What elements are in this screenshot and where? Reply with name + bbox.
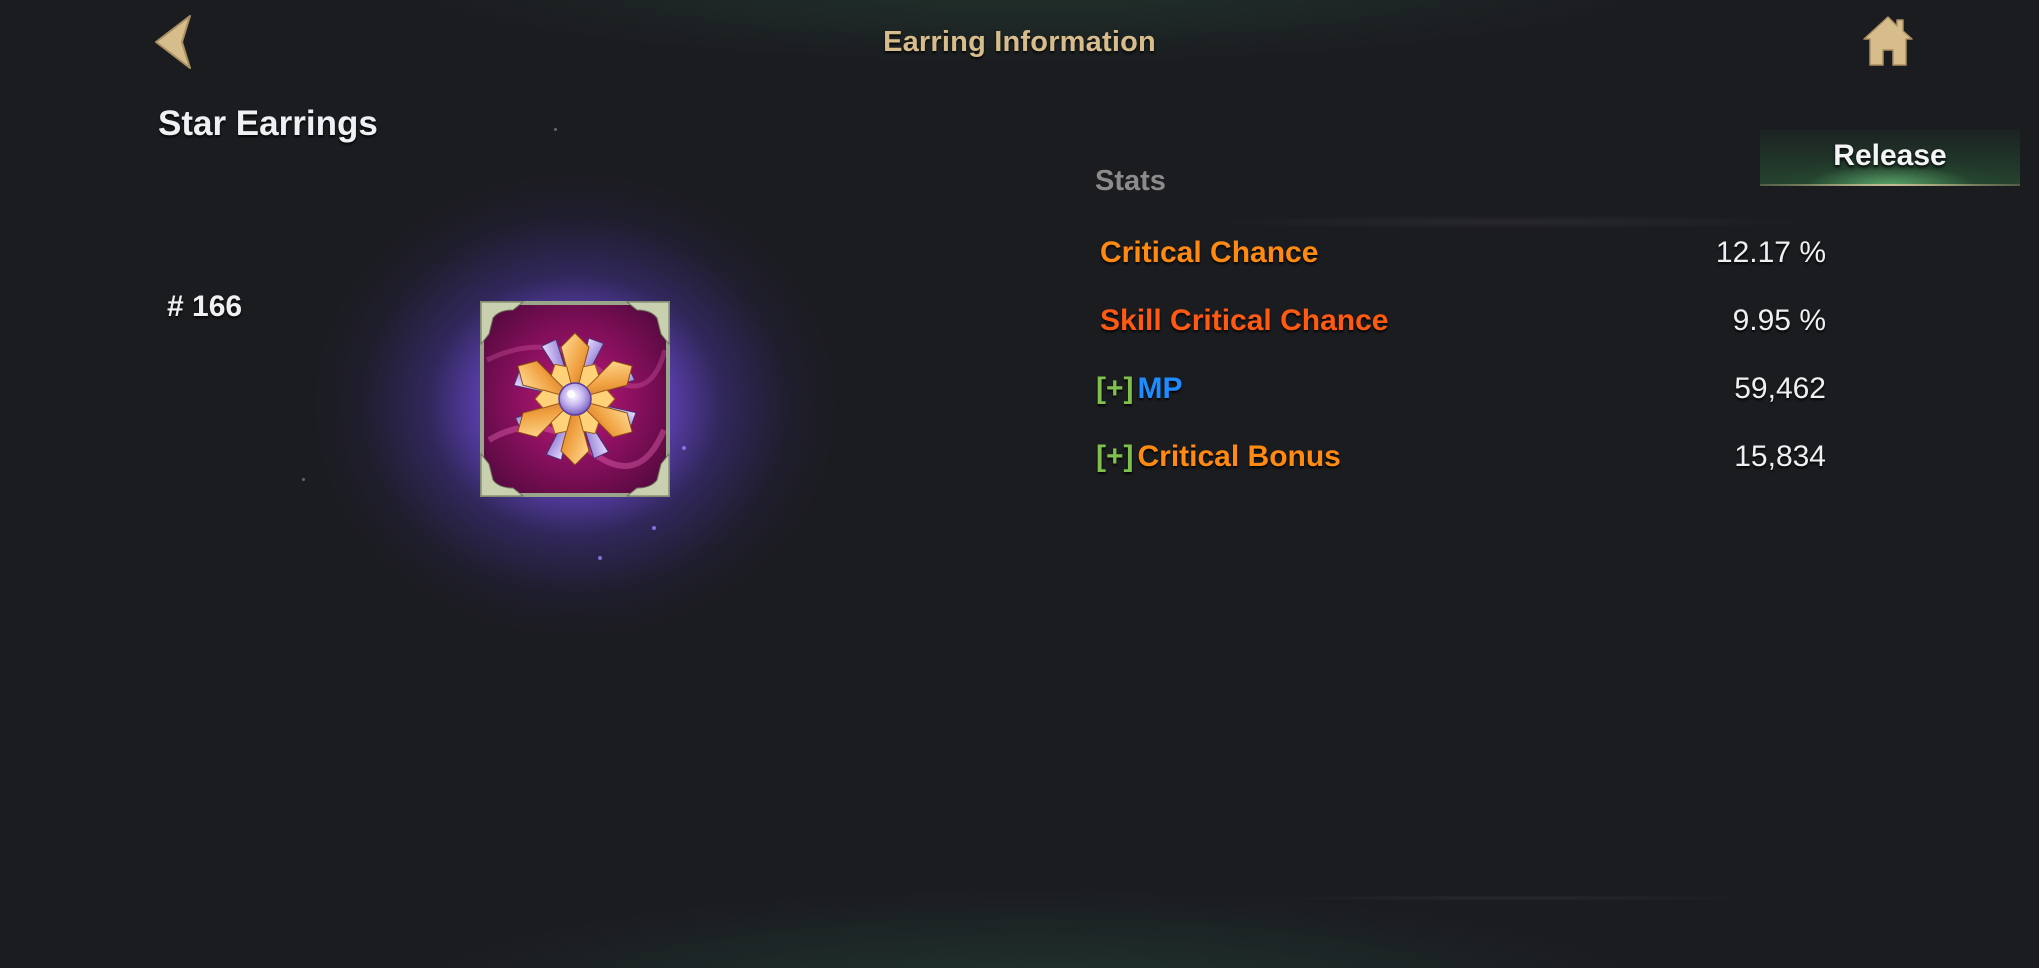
stat-label: Skill Critical Chance [1096,304,1388,338]
stat-name: Critical Bonus [1137,440,1341,473]
stat-prefix: [+] [1096,440,1134,473]
bottom-divider [1250,895,1770,901]
star-earring-icon [480,301,670,497]
page-title: Earring Information [883,26,1156,58]
item-icon-frame[interactable] [479,300,671,498]
sparkle [302,478,305,481]
stat-row-critical-bonus: [+] Critical Bonus 15,834 [1096,440,1826,484]
stat-value: 59,462 [1734,372,1826,405]
earring-info-screen: Earring Information Star Earrings # 166 [0,0,2039,968]
stat-row-skill-critical-chance: Skill Critical Chance 9.95 % [1096,304,1826,348]
home-icon [1863,16,1913,66]
release-button-underline [1760,184,2020,186]
stat-label: [+] MP [1096,372,1183,406]
item-number: # 166 [167,290,243,323]
sparkle [652,526,656,530]
stat-row-mp: [+] MP 59,462 [1096,372,1826,416]
stat-name: MP [1137,372,1183,405]
stat-prefix: [+] [1096,372,1134,405]
release-button[interactable]: Release [1760,130,2020,188]
item-name: Star Earrings [158,104,378,143]
release-button-label: Release [1833,139,1947,172]
stat-value: 15,834 [1734,440,1826,473]
stat-value: 12.17 % [1715,236,1826,269]
stat-row-critical-chance: Critical Chance 12.17 % [1096,236,1826,280]
stats-divider [1200,215,1820,229]
stats-header: Stats [1095,165,1166,197]
sparkle [598,556,602,560]
stat-name: Skill Critical Chance [1100,304,1389,337]
home-button[interactable] [1862,14,1914,68]
sparkle [554,128,557,131]
stat-value: 9.95 % [1732,304,1826,337]
stat-label: [+] Critical Bonus [1096,440,1341,474]
stat-name: Critical Chance [1100,236,1319,269]
stat-label: Critical Chance [1096,236,1318,270]
sparkle [682,446,686,450]
